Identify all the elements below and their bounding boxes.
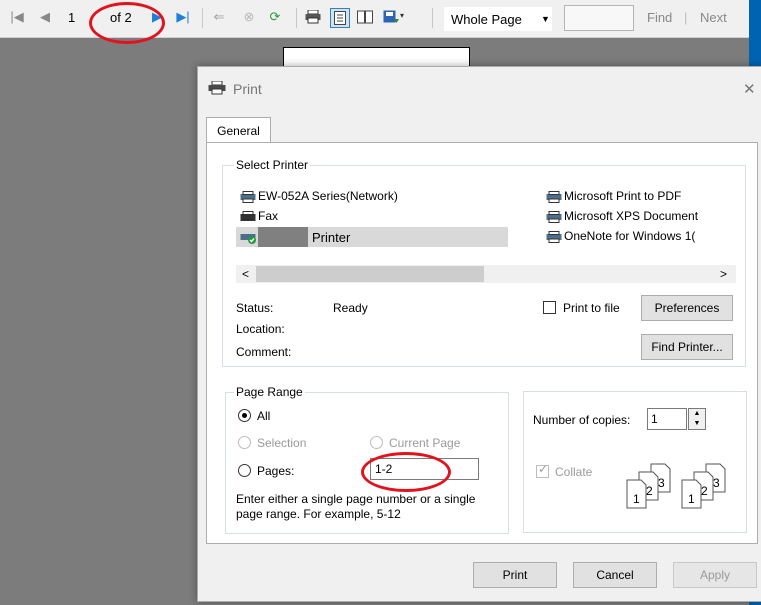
collate-illustration-icon: 3 2 1 [681,463,726,509]
cancel-button[interactable]: Cancel [573,562,657,588]
scroll-left-icon[interactable]: < [242,267,249,281]
print-button[interactable]: Print [473,562,557,588]
find-printer-button[interactable]: Find Printer... [641,334,733,360]
print-dialog: Print ✕ General Select Printer EW-052A S… [197,66,761,602]
page-number-field[interactable]: 1 [68,10,75,25]
range-selection-radio[interactable] [238,436,251,449]
print-layout-icon[interactable] [330,8,350,28]
tab-general[interactable]: General [206,117,271,144]
last-page-icon[interactable]: ▶| [174,8,192,26]
printer-item-xps[interactable]: Microsoft XPS Document [546,209,698,223]
printer-item-fax[interactable]: Fax [240,209,278,223]
redacted-block [258,227,308,247]
scroll-right-icon[interactable]: > [720,267,727,281]
range-all-label: All [257,409,271,423]
printer-icon [546,210,562,223]
preferences-button[interactable]: Preferences [641,295,733,321]
zoom-select[interactable]: Whole Page ▼ [444,7,552,31]
default-printer-icon [240,234,256,244]
fax-icon [240,210,256,221]
printer-icon [546,190,562,203]
annotation-circle [361,452,451,492]
range-pages-label: Pages: [257,464,295,478]
range-current-page-radio[interactable] [370,436,383,449]
previous-page-icon[interactable]: ◀ [36,8,54,26]
range-hint-line2: page range. For example, 5-12 [236,507,401,521]
next-link[interactable]: Next [700,10,727,25]
svg-text:2: 2 [646,484,653,498]
network-printer-icon [240,190,256,203]
printer-item-onenote[interactable]: OneNote for Windows 1( [546,229,695,243]
range-hint-line1: Enter either a single page number or a s… [236,492,476,506]
range-pages-radio[interactable] [238,464,251,477]
svg-text:2: 2 [701,484,708,498]
export-dropdown-icon[interactable]: ▾ [400,11,404,20]
status-label: Status: [236,301,274,315]
zoom-select-value: Whole Page [451,11,522,27]
print-to-file-checkbox[interactable] [543,301,556,314]
location-label: Location: [236,322,285,336]
svg-text:3: 3 [658,476,665,490]
printer-item-label: Fax [258,209,279,223]
find-text-input[interactable] [564,5,634,31]
print-to-file-label: Print to file [563,301,620,315]
toolbar-separator: | [684,10,688,25]
page-setup-icon[interactable] [356,8,374,26]
printer-list-scrollbar[interactable]: < > [236,265,736,283]
apply-button[interactable]: Apply [673,562,757,588]
stop-icon[interactable]: ⊗ [240,8,258,26]
first-page-icon[interactable]: |◀ [8,8,26,26]
annotation-circle [89,2,165,44]
printer-item-label: Microsoft Print to PDF [564,189,682,203]
collate-illustration-icon: 3 2 1 [626,463,671,509]
printer-item-ew052a[interactable]: EW-052A Series(Network) [240,189,398,203]
checkmark-icon: ✓ [538,462,549,476]
chevron-down-icon: ▼ [541,14,550,24]
printer-item-label: Microsoft XPS Document [564,209,699,223]
printer-icon [208,80,226,98]
refresh-icon[interactable]: ⟳ [266,8,284,26]
svg-text:1: 1 [688,492,695,506]
tab-general-label: General [217,124,260,138]
scrollbar-thumb[interactable] [256,266,484,282]
printer-item-label: OneNote for Windows 1( [564,229,696,243]
range-all-radio[interactable] [238,409,251,422]
back-icon[interactable]: ⇐ [210,8,228,26]
printer-item-label: Printer [312,230,351,245]
select-printer-title: Select Printer [234,158,311,172]
printer-icon [546,230,562,243]
status-value: Ready [333,301,368,315]
close-icon[interactable]: ✕ [743,80,756,98]
export-icon[interactable] [382,8,400,26]
copies-stepper[interactable]: ▲ ▼ [688,408,706,430]
copies-input[interactable]: 1 [647,408,687,430]
svg-text:3: 3 [713,476,720,490]
range-current-page-label: Current Page [389,436,461,450]
print-icon[interactable] [304,8,322,26]
dialog-title: Print [233,81,262,97]
svg-text:1: 1 [633,492,640,506]
printer-item-label: EW-052A Series(Network) [258,189,398,203]
copies-label: Number of copies: [533,413,631,427]
range-selection-label: Selection [257,436,307,450]
comment-label: Comment: [236,345,292,359]
find-link[interactable]: Find [647,10,672,25]
printer-item-print-to-pdf[interactable]: Microsoft Print to PDF [546,189,681,203]
page-range-title: Page Range [234,385,305,399]
printer-item-selected[interactable]: Printer [236,227,508,247]
collate-label: Collate [555,465,593,479]
